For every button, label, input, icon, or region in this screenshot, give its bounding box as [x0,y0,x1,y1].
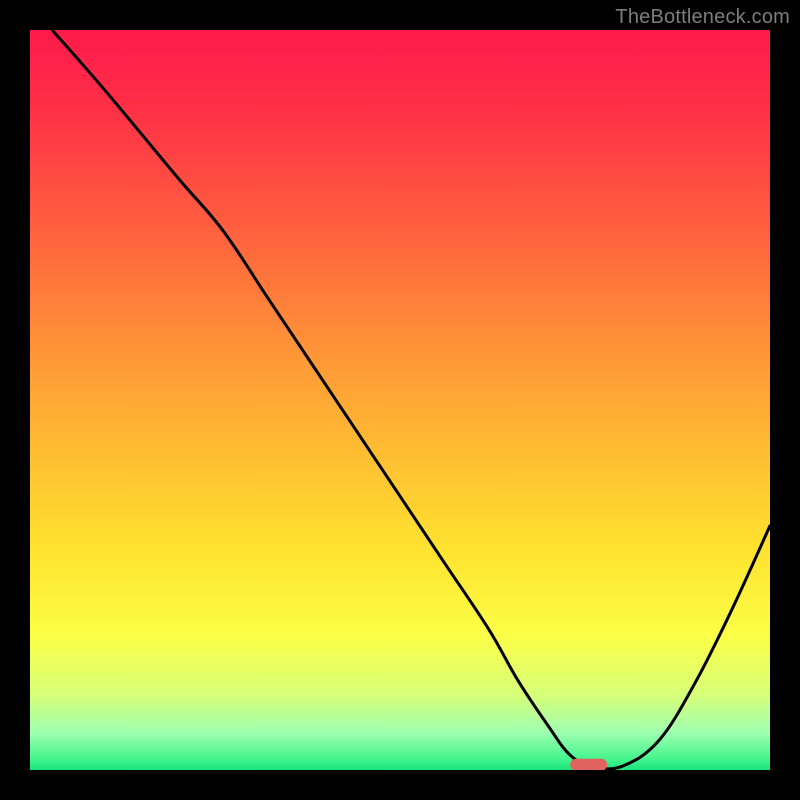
plot-area [30,30,770,770]
optimum-marker [570,759,607,770]
watermark-text: TheBottleneck.com [615,6,790,29]
gradient-background [30,30,770,770]
plot-svg [30,30,770,770]
chart-frame: TheBottleneck.com [0,0,800,800]
